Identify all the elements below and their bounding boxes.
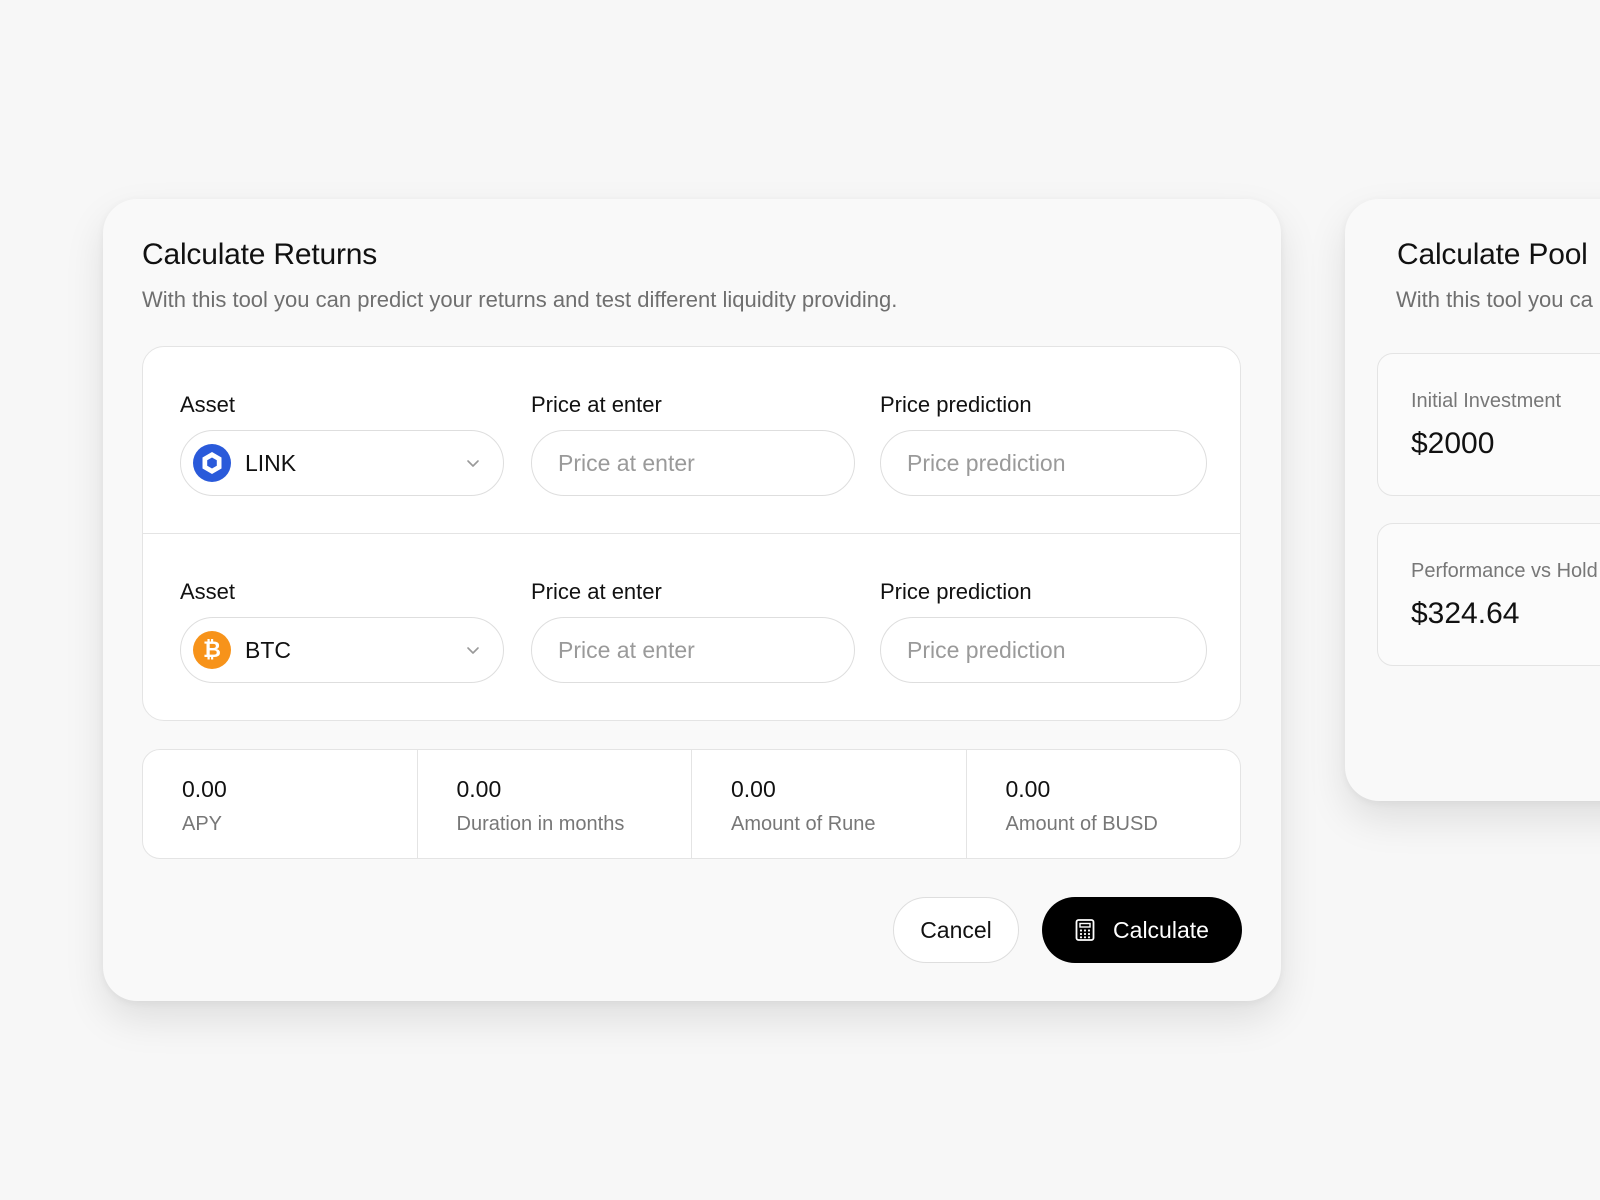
stat-label: APY xyxy=(182,813,223,835)
chainlink-icon xyxy=(193,444,231,482)
calculate-returns-card: Calculate Returns With this tool you can… xyxy=(103,199,1281,1001)
price-at-enter-field[interactable] xyxy=(531,430,855,496)
performance-vs-hold-box: Performance vs Hold $324.64 xyxy=(1377,523,1600,666)
stat-value: 0.00 xyxy=(731,776,776,802)
bitcoin-icon: ₿ xyxy=(193,631,231,669)
stats-bar: 0.00 APY 0.00 Duration in months 0.00 Am… xyxy=(142,749,1241,859)
stat-amount-busd[interactable]: 0.00 Amount of BUSD xyxy=(967,750,1241,858)
stat-amount-rune[interactable]: 0.00 Amount of Rune xyxy=(692,750,967,858)
calculator-icon xyxy=(1075,919,1095,941)
price-at-enter-input[interactable] xyxy=(532,636,854,664)
box-label: Initial Investment xyxy=(1411,390,1562,412)
stat-value: 0.00 xyxy=(456,776,502,802)
price-at-enter-label: Price at enter xyxy=(531,579,662,604)
stat-value: 0.00 xyxy=(182,776,227,802)
asset-select-value: BTC xyxy=(245,636,291,663)
asset-select-btc[interactable]: ₿ BTC xyxy=(180,617,504,683)
calculate-button[interactable]: Calculate xyxy=(1042,897,1242,963)
box-label: Performance vs Hold xyxy=(1411,560,1598,582)
calculate-button-label: Calculate xyxy=(1113,916,1209,943)
card-subtitle: With this tool you can predict your retu… xyxy=(142,287,898,312)
price-prediction-field[interactable] xyxy=(880,617,1207,683)
asset-label: Asset xyxy=(180,579,236,604)
box-value: $2000 xyxy=(1411,427,1495,460)
card-subtitle: With this tool you ca xyxy=(1396,287,1593,312)
calculate-pool-card: Calculate Pool With this tool you ca Ini… xyxy=(1345,199,1600,801)
price-prediction-input[interactable] xyxy=(881,449,1206,477)
stat-label: Duration in months xyxy=(456,813,625,835)
stat-duration[interactable]: 0.00 Duration in months xyxy=(418,750,692,858)
asset-row-btc: Asset Price at enter Price prediction ₿ … xyxy=(143,534,1240,721)
price-prediction-label: Price prediction xyxy=(880,579,1032,604)
card-title: Calculate Pool xyxy=(1397,238,1588,271)
page: Calculate Returns With this tool you can… xyxy=(0,0,1600,1200)
stat-label: Amount of BUSD xyxy=(1005,813,1158,835)
asset-label: Asset xyxy=(180,392,236,417)
price-prediction-field[interactable] xyxy=(880,430,1207,496)
asset-select-value: LINK xyxy=(245,449,297,476)
asset-panel: Asset Price at enter Price prediction LI… xyxy=(142,346,1241,721)
asset-select-link[interactable]: LINK xyxy=(180,430,504,496)
price-at-enter-input[interactable] xyxy=(532,449,854,477)
stat-label: Amount of Rune xyxy=(731,813,876,835)
price-at-enter-label: Price at enter xyxy=(531,392,662,417)
price-prediction-label: Price prediction xyxy=(880,392,1032,417)
price-at-enter-field[interactable] xyxy=(531,617,855,683)
card-title: Calculate Returns xyxy=(142,238,378,271)
cancel-button[interactable]: Cancel xyxy=(893,897,1019,963)
chevron-down-icon xyxy=(467,647,479,654)
stat-apy[interactable]: 0.00 APY xyxy=(143,750,418,858)
box-value: $324.64 xyxy=(1411,597,1520,630)
initial-investment-box: Initial Investment $2000 xyxy=(1377,353,1600,496)
price-prediction-input[interactable] xyxy=(881,636,1206,664)
stat-value: 0.00 xyxy=(1005,776,1051,802)
chevron-down-icon xyxy=(467,460,479,467)
asset-row-link: Asset Price at enter Price prediction LI… xyxy=(143,347,1240,534)
